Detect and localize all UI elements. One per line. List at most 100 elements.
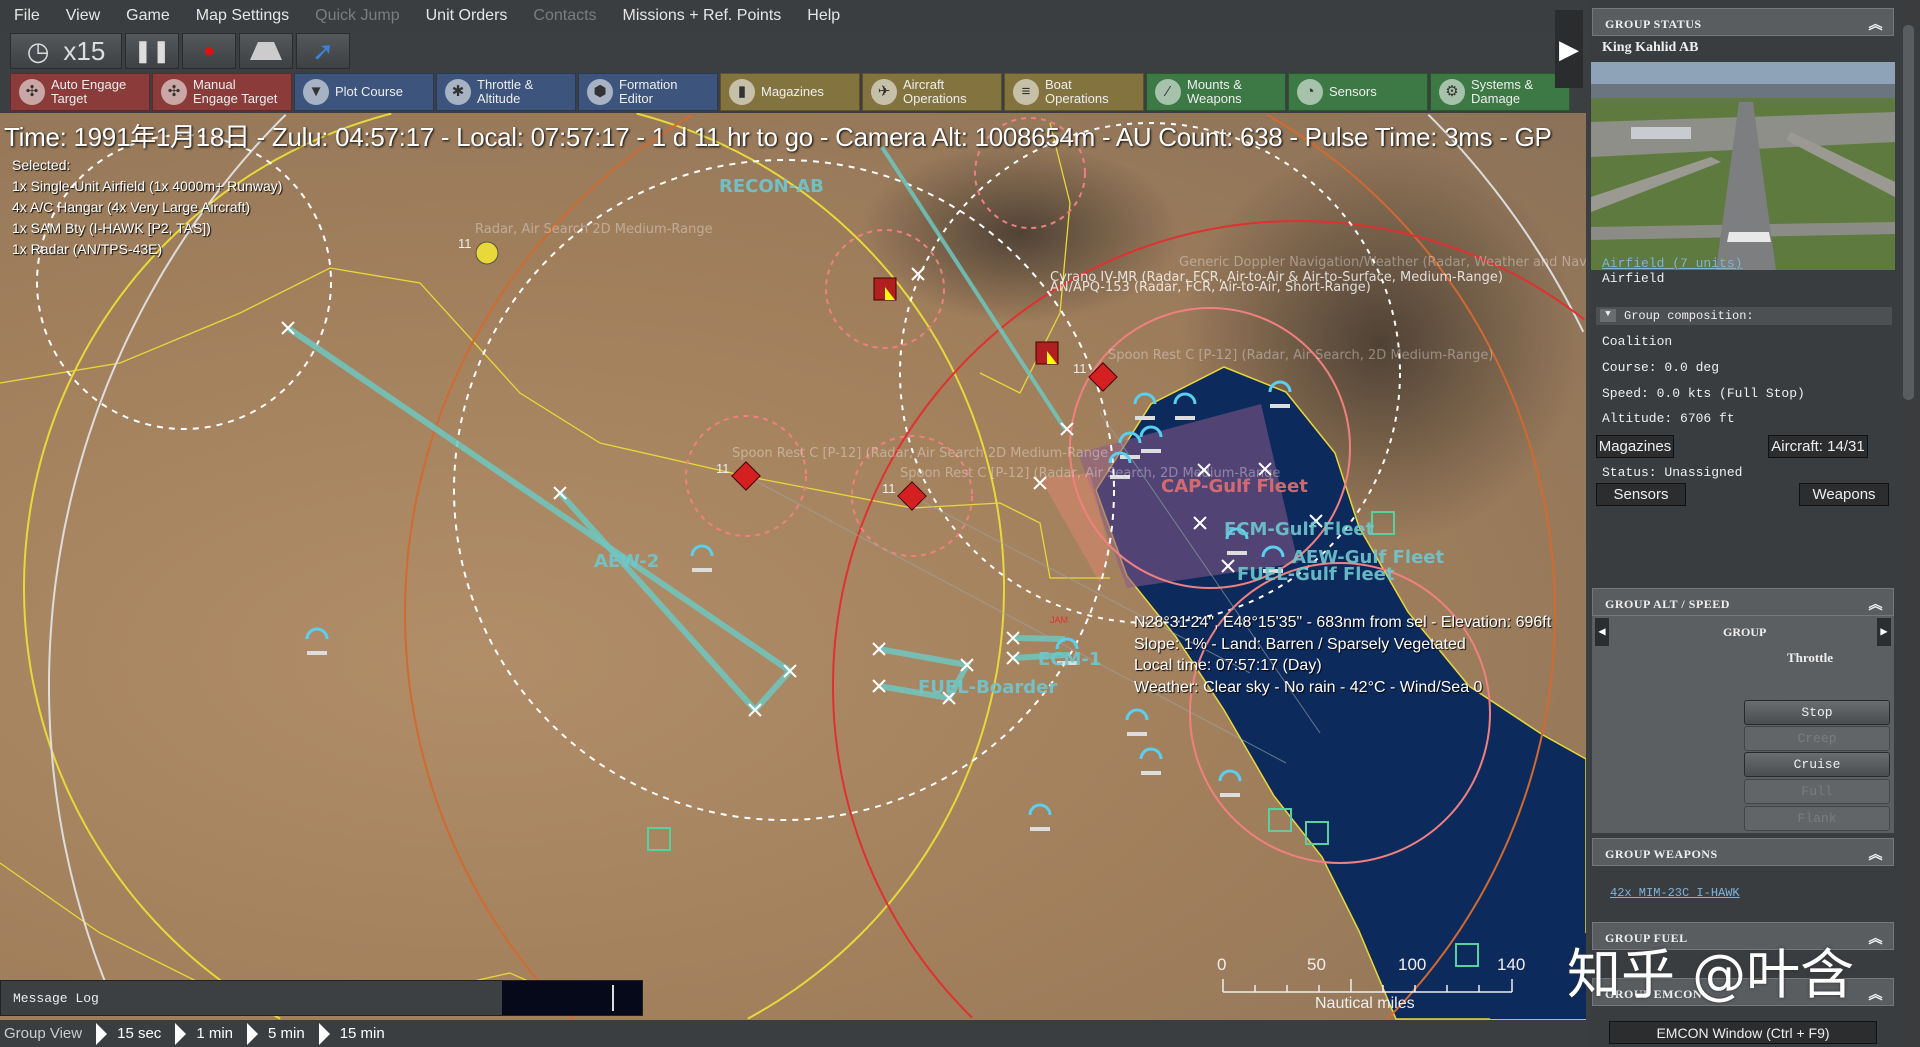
- command-magazines[interactable]: ▮ Magazines: [720, 73, 860, 111]
- airfield-link[interactable]: Airfield (7 units): [1602, 256, 1742, 271]
- unit-status-bar[interactable]: [1220, 793, 1240, 797]
- group-status-header[interactable]: GROUP STATUS ︽: [1592, 8, 1894, 36]
- unit-status-bar[interactable]: [1175, 416, 1195, 420]
- next-button[interactable]: ▶: [1877, 618, 1891, 646]
- record-button[interactable]: ●: [182, 33, 236, 69]
- tooltip-weather: Weather: Clear sky - No rain - 42°C - Wi…: [1134, 678, 1483, 696]
- prev-button[interactable]: ◀: [1595, 618, 1609, 646]
- friendly-aircraft-icon[interactable]: [1055, 637, 1079, 650]
- command-sensors[interactable]: ◔ Sensors: [1288, 73, 1428, 111]
- command-systems[interactable]: ⚙ Systems & Damage: [1430, 73, 1570, 111]
- unit-count: 11: [458, 236, 472, 251]
- message-log[interactable]: Message Log: [0, 980, 643, 1016]
- collapse-icon[interactable]: ︽: [1869, 844, 1884, 864]
- collapse-icon[interactable]: ︽: [1869, 984, 1884, 1004]
- mission-label-fuel-boarder[interactable]: FUEL-Boarder: [918, 677, 1057, 698]
- airfield-icon[interactable]: [475, 241, 499, 265]
- unit-status-bar[interactable]: [692, 568, 712, 572]
- hostile-sam-icon[interactable]: [731, 461, 761, 491]
- menu-help[interactable]: Help: [807, 7, 840, 25]
- weapon-link[interactable]: 42x MIM-23C I-HAWK: [1610, 886, 1740, 900]
- mission-label-recon-ab[interactable]: RECON-AB: [719, 176, 824, 197]
- magazines-button[interactable]: Magazines: [1596, 435, 1674, 458]
- message-log-scrollbar[interactable]: [612, 985, 614, 1011]
- throttle-creep-button[interactable]: Creep: [1744, 726, 1890, 751]
- time-compression-button[interactable]: ◷ x15: [10, 33, 122, 69]
- command-plot-course[interactable]: ▼ Plot Course: [294, 73, 434, 111]
- group-weapons-header[interactable]: GROUP WEAPONS ︽: [1592, 838, 1894, 866]
- weapons-button[interactable]: Weapons: [1799, 483, 1889, 506]
- play-icon[interactable]: [318, 1022, 330, 1045]
- menu-missions[interactable]: Missions + Ref. Points: [623, 7, 782, 25]
- collapse-icon[interactable]: ︽: [1869, 594, 1884, 614]
- throttle-flank-button[interactable]: Flank: [1744, 806, 1890, 831]
- command-manual-engage[interactable]: ✣ Manual Engage Target: [152, 73, 292, 111]
- command-boat[interactable]: ≡ Boat Operations: [1004, 73, 1144, 111]
- emcon-window-button[interactable]: EMCON Window (Ctrl + F9): [1609, 1021, 1877, 1044]
- menu-unit-orders[interactable]: Unit Orders: [426, 7, 508, 25]
- menu-contacts[interactable]: Contacts: [533, 7, 596, 25]
- friendly-aircraft-icon[interactable]: [305, 627, 329, 640]
- boat-icon: ≡: [1013, 79, 1039, 105]
- command-formation[interactable]: ⬢ Formation Editor: [578, 73, 718, 111]
- throttle-stop-button[interactable]: Stop: [1744, 700, 1890, 725]
- unit-status-bar[interactable]: [1141, 449, 1161, 453]
- throttle-cruise-button[interactable]: Cruise: [1744, 752, 1890, 777]
- step-1min[interactable]: 1 min: [196, 1025, 233, 1042]
- friendly-aircraft-icon[interactable]: [1125, 708, 1149, 721]
- unit-status-bar[interactable]: [1135, 416, 1155, 420]
- collapse-icon[interactable]: ︽: [1869, 928, 1884, 948]
- menu-map-settings[interactable]: Map Settings: [196, 7, 289, 25]
- mission-label-fuel-gulf[interactable]: FUEL-Gulf Fleet: [1237, 564, 1395, 585]
- menu-view[interactable]: View: [66, 7, 100, 25]
- friendly-aircraft-icon[interactable]: [1139, 747, 1163, 760]
- pause-button[interactable]: ❚❚: [125, 33, 179, 69]
- jump-button[interactable]: ➚: [296, 33, 350, 69]
- runway-button[interactable]: [239, 33, 293, 69]
- menu-game[interactable]: Game: [126, 7, 170, 25]
- mission-label-ecm-1[interactable]: ECM-1: [1038, 649, 1101, 670]
- step-5min[interactable]: 5 min: [268, 1025, 305, 1042]
- unit-status-bar[interactable]: [1141, 771, 1161, 775]
- unit-status-bar[interactable]: [1030, 827, 1050, 831]
- menu-file[interactable]: File: [14, 7, 40, 25]
- unit-status-bar[interactable]: [1270, 404, 1290, 408]
- hostile-sam-icon[interactable]: [1088, 362, 1118, 392]
- play-icon[interactable]: [247, 1022, 258, 1045]
- throttle-full-button[interactable]: Full: [1744, 779, 1890, 804]
- command-label: Mounts & Weapons: [1187, 77, 1242, 106]
- group-composition-toggle[interactable]: ▼ Group composition:: [1596, 307, 1892, 325]
- command-aircraft[interactable]: ✈ Aircraft Operations: [862, 73, 1002, 111]
- formation-icon: ⬢: [587, 79, 613, 105]
- friendly-aircraft-icon[interactable]: [1133, 392, 1157, 405]
- unit-status-bar[interactable]: [1127, 732, 1147, 736]
- panel-scrollbar[interactable]: [1900, 0, 1920, 1047]
- group-alt-speed-header[interactable]: GROUP ALT / SPEED ︽: [1592, 588, 1894, 616]
- mission-label-aew-2[interactable]: AEW-2: [594, 551, 659, 572]
- chevron-right-icon: ▶: [1559, 33, 1579, 64]
- tooltip-terrain: Slope: 1% - Land: Barren / Sparsely Vege…: [1134, 635, 1466, 653]
- scrollbar-thumb[interactable]: [1903, 25, 1914, 400]
- command-throttle[interactable]: ✱ Throttle & Altitude: [436, 73, 576, 111]
- aircraft-button[interactable]: Aircraft: 14/31: [1768, 435, 1868, 458]
- sensors-button[interactable]: Sensors: [1596, 483, 1686, 506]
- friendly-aircraft-icon[interactable]: [1028, 803, 1052, 816]
- friendly-base-icon[interactable]: [647, 827, 671, 851]
- step-15sec[interactable]: 15 sec: [117, 1025, 161, 1042]
- command-auto-engage[interactable]: ✣ Auto Engage Target: [10, 73, 150, 111]
- friendly-aircraft-icon[interactable]: [690, 544, 714, 557]
- collapse-panel-button[interactable]: ▶: [1555, 10, 1583, 88]
- unit-status-bar[interactable]: [1227, 551, 1247, 555]
- menu-bar: File View Game Map Settings Quick Jump U…: [0, 0, 1590, 32]
- group-view-label[interactable]: Group View: [4, 1025, 82, 1042]
- play-icon[interactable]: [96, 1022, 108, 1045]
- unit-status-bar[interactable]: [307, 651, 327, 655]
- friendly-aircraft-icon[interactable]: [1218, 769, 1242, 782]
- chevron-right-icon: ▶: [1880, 625, 1888, 639]
- mission-label-ecm-gulf[interactable]: ECM-Gulf Fleet: [1224, 519, 1375, 540]
- command-mounts[interactable]: ⁄ Mounts & Weapons: [1146, 73, 1286, 111]
- menu-quick-jump[interactable]: Quick Jump: [315, 7, 399, 25]
- step-15min[interactable]: 15 min: [340, 1025, 385, 1042]
- collapse-icon[interactable]: ︽: [1869, 14, 1884, 34]
- play-icon[interactable]: [175, 1022, 187, 1045]
